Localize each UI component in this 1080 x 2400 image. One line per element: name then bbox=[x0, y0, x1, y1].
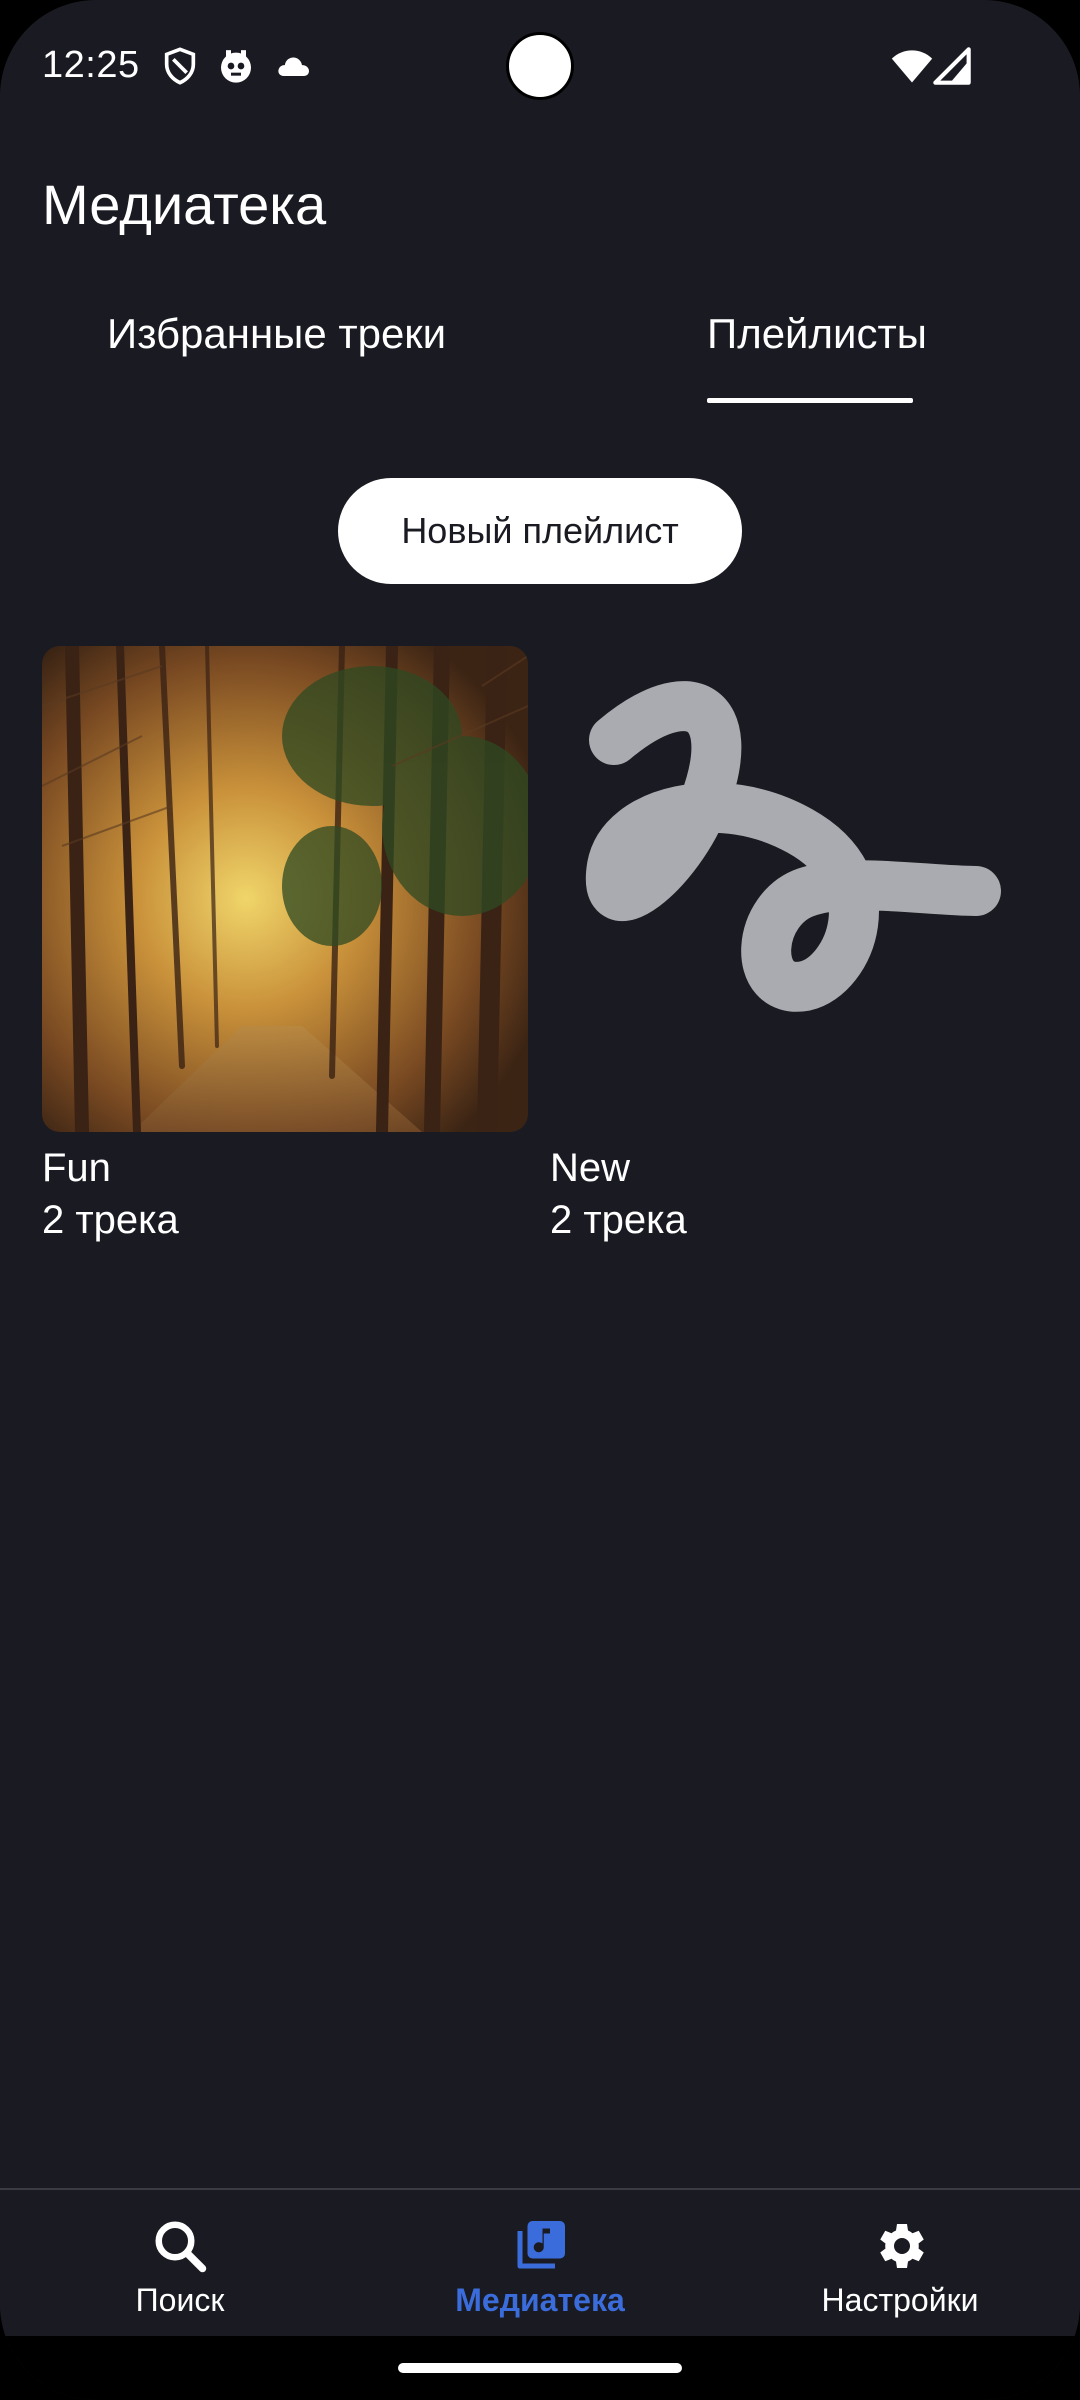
playlist-card[interactable]: Fun 2 трека bbox=[42, 646, 528, 1246]
playlist-track-count: 2 трека bbox=[42, 1198, 179, 1242]
nav-label-library: Медиатека bbox=[455, 2282, 625, 2318]
shield-icon bbox=[164, 47, 196, 85]
screen: 12:25 Медиатека Избранные треки Плейлист… bbox=[0, 0, 1080, 2400]
nav-label-search: Поиск bbox=[135, 2282, 225, 2318]
wifi-icon bbox=[891, 50, 933, 83]
tab-favorite-tracks[interactable]: Избранные треки bbox=[107, 310, 446, 406]
playlist-cover-placeholder bbox=[550, 646, 1036, 1132]
nav-item-settings[interactable]: Настройки bbox=[750, 2216, 1050, 2319]
notification-bot-icon bbox=[221, 50, 251, 83]
front-camera bbox=[506, 32, 574, 100]
bottom-navigation: Поиск Медиатека Настройки bbox=[0, 2188, 1080, 2338]
nav-item-search[interactable]: Поиск bbox=[30, 2216, 330, 2319]
tab-playlists[interactable]: Плейлисты bbox=[707, 310, 927, 406]
status-bar: 12:25 bbox=[0, 0, 1080, 132]
nav-label-settings: Настройки bbox=[821, 2282, 979, 2318]
cellular-signal-icon bbox=[933, 47, 971, 85]
playlist-card[interactable]: New 2 трека bbox=[550, 646, 1036, 1246]
playlist-track-count: 2 трека bbox=[550, 1198, 687, 1242]
playlist-title: New bbox=[550, 1146, 631, 1190]
music-library-icon bbox=[517, 2221, 565, 2269]
forest-photo bbox=[42, 646, 528, 1132]
search-icon bbox=[155, 2221, 207, 2273]
gesture-navigation-area bbox=[0, 2336, 1080, 2400]
placeholder-squiggle-icon bbox=[585, 681, 1001, 1012]
tab-active-indicator bbox=[707, 398, 913, 403]
gear-icon bbox=[880, 2224, 924, 2268]
page-title: Медиатека bbox=[42, 173, 327, 236]
home-indicator[interactable] bbox=[398, 2363, 682, 2373]
cloud-icon bbox=[278, 57, 309, 76]
new-playlist-button[interactable]: Новый плейлист bbox=[338, 478, 742, 584]
playlist-title: Fun bbox=[42, 1146, 111, 1190]
status-time: 12:25 bbox=[42, 44, 140, 86]
nav-item-library[interactable]: Медиатека bbox=[390, 2216, 690, 2319]
playlist-cover-image bbox=[42, 646, 528, 1132]
